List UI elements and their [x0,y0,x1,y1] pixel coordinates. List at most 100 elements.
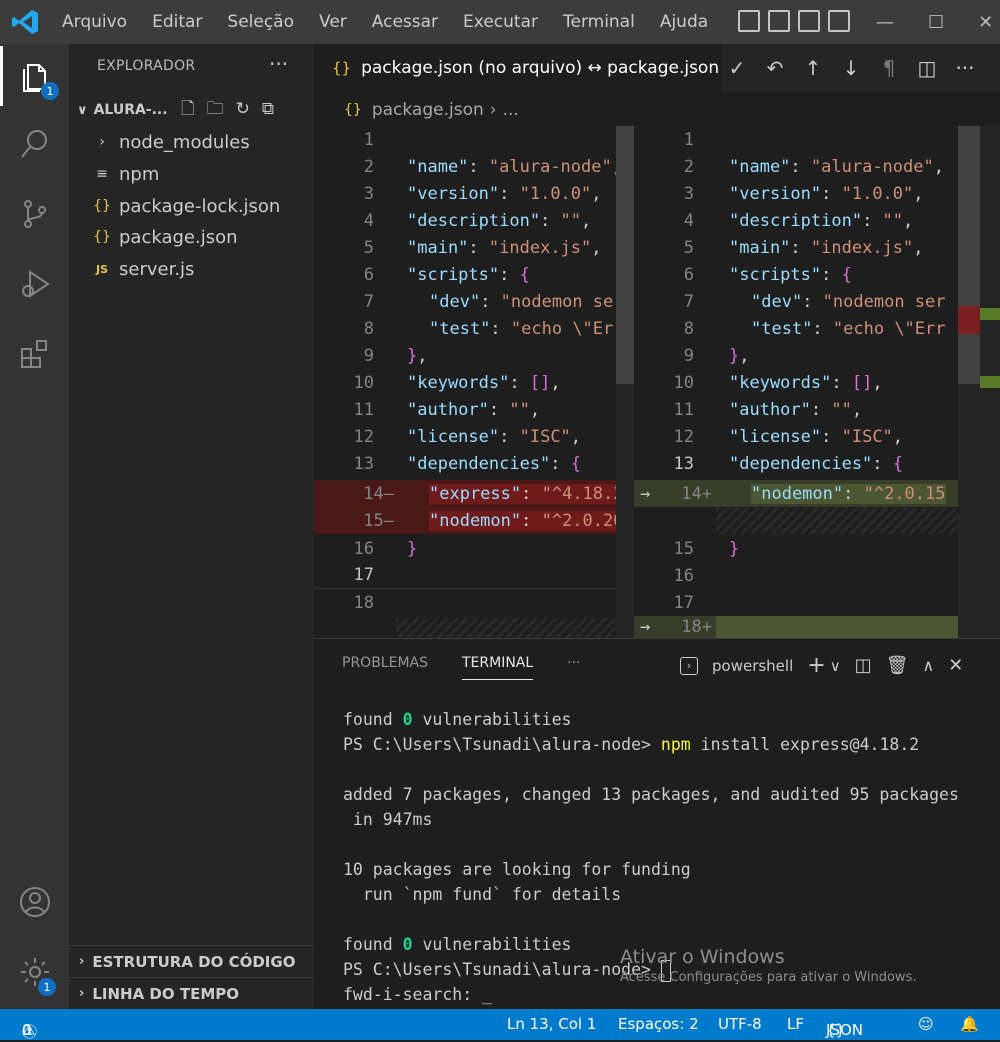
line-number: 2 [683,156,694,177]
left-pane-scrollbar[interactable] [616,126,634,638]
code-value: "1.0.0" [519,183,592,204]
settings-gear-icon[interactable]: 1 [0,942,69,1002]
next-change-icon[interactable]: ↓ [840,56,862,80]
line-number: 1 [363,129,374,150]
code-key: "keywords" [407,372,510,393]
eol-status[interactable]: LF [787,1015,804,1033]
terminal-shell-name[interactable]: powershell [712,657,793,675]
line-number: 15 [673,538,694,559]
feedback-icon[interactable]: ☺ [918,1015,934,1033]
settings-badge: 1 [38,978,56,996]
menu-ajuda[interactable]: Ajuda [660,12,708,32]
tree-item-npm[interactable]: ≡ npm [69,158,314,190]
line-number: 13 [353,453,374,474]
tree-item-server-js[interactable]: JS server.js [69,253,314,285]
code-key: "test" [751,318,813,339]
close-window-icon[interactable]: ✕ [978,12,993,33]
account-icon[interactable] [0,872,69,932]
menu-ver[interactable]: Ver [319,12,347,32]
indentation-status[interactable]: Espaços: 2 [618,1015,699,1033]
code-value: "" [882,210,904,231]
extensions-icon[interactable] [0,324,69,384]
line-number: 10 [673,372,694,393]
added-marker [980,308,1000,320]
menu-acessar[interactable]: Acessar [372,12,438,32]
collapse-all-icon[interactable]: ⧉ [262,99,286,119]
line-number: 8 [363,318,374,339]
diff-original-pane[interactable]: 1 2"name": "alura-node", 3"version": "1.… [314,126,616,638]
customize-layout-icon[interactable] [828,10,850,32]
notifications-bell-icon[interactable]: 🔔 [960,1015,979,1033]
code-value: "nodemon ser [822,291,946,312]
line-number: 9 [683,345,694,366]
tree-item-label: npm [119,163,160,185]
new-folder-icon[interactable]: 🗀 [207,99,236,119]
whitespace-icon[interactable]: ¶ [878,56,900,80]
line-number: 15— [363,510,394,531]
code-value: "1.0.0" [841,183,914,204]
chevron-down-icon[interactable]: ∨ [830,657,841,675]
tab-problems[interactable]: PROBLEMAS [342,655,428,680]
tree-item-package-lock[interactable]: {} package-lock.json [69,190,314,222]
new-terminal-icon[interactable]: + [807,653,825,678]
trash-icon[interactable]: 🗑 [886,655,909,676]
previous-change-icon[interactable]: ↑ [802,56,824,80]
encoding-status[interactable]: UTF-8 [718,1015,762,1033]
refresh-icon[interactable]: ↻ [236,99,262,119]
section-label: ESTRUTURA DO CÓDIGO [92,952,296,971]
diff-overview-ruler[interactable] [958,126,1000,638]
watermark-subtitle: Acesse Configurações para ativar o Windo… [620,970,917,985]
close-panel-icon[interactable]: ✕ [948,655,963,676]
split-terminal-icon[interactable]: ◫ [855,655,872,676]
breadcrumb-file[interactable]: package.json [372,100,484,120]
source-control-icon[interactable] [0,184,69,244]
minimize-icon[interactable]: — [876,12,894,33]
windows-activation-watermark: Ativar o Windows Acesse Configurações pa… [620,946,916,985]
toggle-sidebar-icon[interactable] [738,10,760,32]
new-file-icon[interactable]: 🗋 [181,99,207,119]
maximize-icon[interactable]: ☐ [928,12,944,33]
code-value: "^4.18.2 [541,483,616,504]
scrollbar-thumb[interactable] [958,126,980,384]
tab-terminal[interactable]: TERMINAL [461,655,534,680]
maximize-panel-icon[interactable]: ∧ [923,656,935,675]
explorer-more-icon[interactable]: ··· [269,52,288,76]
scrollbar-thumb[interactable] [616,126,634,384]
timeline-section[interactable]: › LINHA DO TEMPO [69,977,314,1009]
panel-more-icon[interactable]: ··· [567,655,580,680]
breadcrumb-more[interactable]: ... [503,100,519,120]
line-number: 1 [683,129,694,150]
menu-editar[interactable]: Editar [152,12,202,32]
code-key: "main" [729,237,791,258]
menu-bar: Arquivo Editar Seleção Ver Acessar Execu… [62,0,733,44]
menu-arquivo[interactable]: Arquivo [62,12,127,32]
line-number: 10 [353,372,374,393]
editor-tab[interactable]: {} package.json (no arquivo) ↔ package.j… [314,44,722,92]
tree-item-node-modules[interactable]: › node_modules [69,126,314,158]
status-bar: ⓧ 0 ⚠ 0 Ln 13, Col 1 Espaços: 2 UTF-8 LF… [0,1009,1000,1041]
menu-executar[interactable]: Executar [463,12,538,32]
toggle-secondary-sidebar-icon[interactable] [798,10,820,32]
line-number: 14— [363,483,394,504]
line-number: 16 [353,538,374,559]
menu-terminal[interactable]: Terminal [563,12,635,32]
outline-section[interactable]: › ESTRUTURA DO CÓDIGO [69,945,314,977]
toggle-panel-icon[interactable] [768,10,790,32]
chevron-down-icon: ∨ [77,102,88,118]
cursor-position[interactable]: Ln 13, Col 1 [507,1015,596,1033]
diff-modified-pane[interactable]: 1 2 "name": "alura-node", 3 "version": "1.… [634,126,958,638]
explorer-icon[interactable]: 1 [0,46,69,106]
line-number: 5 [363,237,374,258]
code-value: "index.js" [810,237,914,258]
more-actions-icon[interactable]: ··· [954,56,976,80]
removed-marker [958,306,980,334]
menu-selecao[interactable]: Seleção [227,12,294,32]
search-icon[interactable] [0,114,69,174]
workspace-folder[interactable]: ∨ ALURA-... 🗋🗀↻⧉ [69,96,314,124]
run-debug-icon[interactable] [0,254,69,314]
added-marker [980,376,1000,388]
revert-icon[interactable]: ↶ [764,56,786,80]
tree-item-package-json[interactable]: {} package.json [69,221,314,253]
split-editor-icon[interactable]: ◫ [916,56,938,80]
accept-check-icon[interactable]: ✓ [726,56,748,80]
